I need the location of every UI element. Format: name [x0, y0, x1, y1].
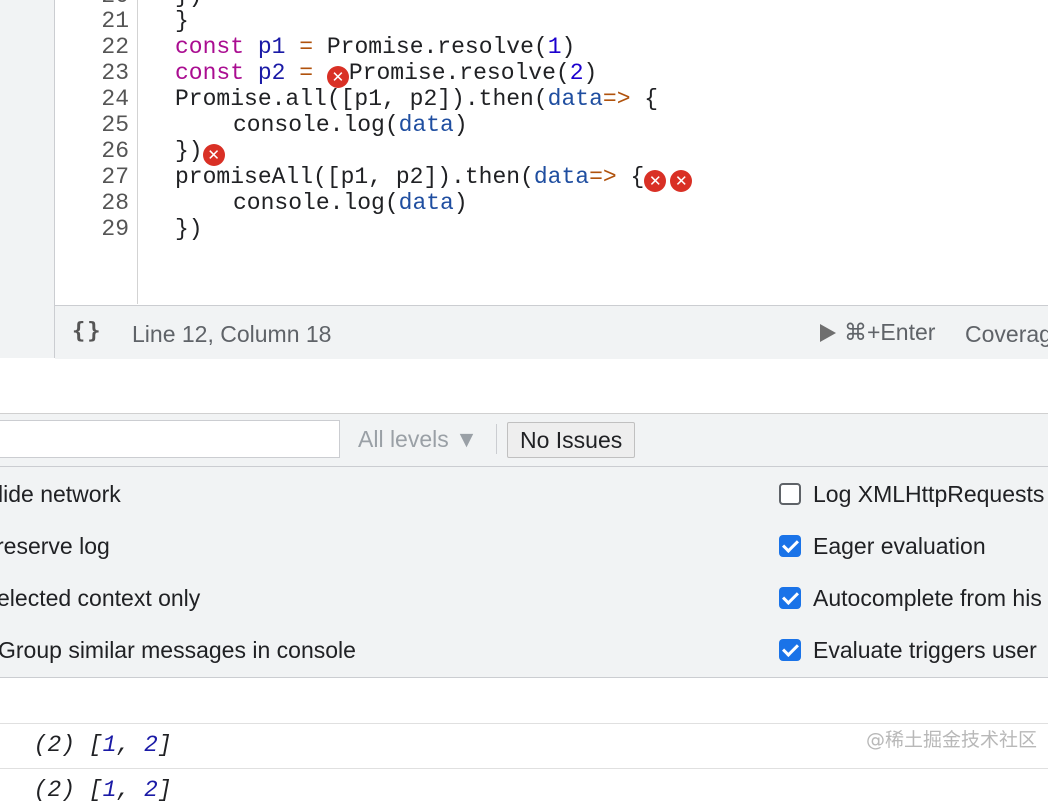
console-output-row[interactable]: (2) [1, 2] — [0, 679, 1048, 758]
code-line-23: const p2 = ✕ Promise.resolve(2) — [175, 60, 598, 88]
code-line-22: const p1 = Promise.resolve(1) — [175, 34, 576, 60]
console-filter-input[interactable] — [0, 420, 340, 458]
checkbox-eager-evaluation[interactable] — [779, 535, 801, 557]
run-snippet-button[interactable]: ⌘+Enter — [820, 319, 935, 346]
setting-group-similar[interactable]: Group similar messages in console — [0, 637, 356, 664]
line-number: 23 — [101, 60, 129, 86]
setting-evaluate-triggers-label[interactable]: Evaluate triggers user — [813, 637, 1037, 664]
coverage-button[interactable]: Coverag — [965, 321, 1048, 348]
line-number: 26 — [101, 138, 129, 164]
error-icon[interactable]: ✕ — [202, 144, 225, 166]
setting-autocomplete-label[interactable]: Autocomplete from his — [813, 585, 1042, 612]
setting-preserve-log[interactable]: reserve log — [0, 533, 110, 560]
checkbox-autocomplete-history[interactable] — [779, 587, 801, 609]
code-line-29: }) — [175, 216, 203, 242]
toolbar-divider — [496, 424, 497, 454]
play-icon — [820, 323, 836, 342]
setting-hide-network[interactable]: lide network — [0, 481, 121, 508]
error-icon[interactable]: ✕ — [644, 170, 667, 192]
code-line-21: } — [175, 8, 189, 34]
error-icon[interactable]: ✕ — [326, 66, 349, 88]
line-number: 27 — [101, 164, 129, 190]
console-settings-pane: lide network reserve log elected context… — [0, 467, 1048, 678]
run-shortcut-label: ⌘+Enter — [844, 319, 936, 345]
checkbox-evaluate-triggers[interactable] — [779, 639, 801, 661]
line-number: 29 — [101, 216, 129, 242]
line-number: 25 — [101, 112, 129, 138]
line-number: 22 — [101, 34, 129, 60]
code-line-27: promiseAll([p1, p2]).then(data=> {✕ ✕ — [175, 164, 693, 192]
watermark: @稀土掘金技术社区 — [866, 729, 1038, 751]
code-editor[interactable]: }) } const p1 = Promise.resolve(1) const… — [138, 0, 1048, 304]
issues-button[interactable]: No Issues — [507, 422, 636, 458]
setting-selected-context-only[interactable]: elected context only — [0, 585, 200, 612]
cursor-position: Line 12, Column 18 — [132, 321, 332, 347]
code-line-25: console.log(data) — [233, 112, 468, 138]
code-line-26: }) ✕ — [175, 138, 225, 166]
line-number: 28 — [101, 190, 129, 216]
console-toolbar: All levels ▼ No Issues — [0, 414, 1048, 467]
line-number: 21 — [101, 8, 129, 34]
left-sidebar-strip — [0, 0, 55, 358]
code-line-24: Promise.all([p1, p2]).then(data=> { — [175, 86, 659, 112]
error-icon[interactable]: ✕ — [670, 170, 693, 192]
line-number-gutter: 20 21 22 23 24 25 26 27 28 29 — [55, 0, 138, 304]
console-header-area — [0, 359, 1048, 414]
setting-eager-evaluation-label[interactable]: Eager evaluation — [813, 533, 986, 560]
pretty-print-icon[interactable]: {} — [72, 319, 103, 344]
setting-log-xhr-label[interactable]: Log XMLHttpRequests — [813, 481, 1044, 508]
line-number: 24 — [101, 86, 129, 112]
code-line-28: console.log(data) — [233, 190, 468, 216]
editor-status-bar: {} Line 12, Column 18 ⌘+Enter Coverag — [55, 305, 1048, 360]
checkbox-log-xhr[interactable] — [779, 483, 801, 505]
log-levels-dropdown[interactable]: All levels ▼ — [358, 426, 478, 453]
